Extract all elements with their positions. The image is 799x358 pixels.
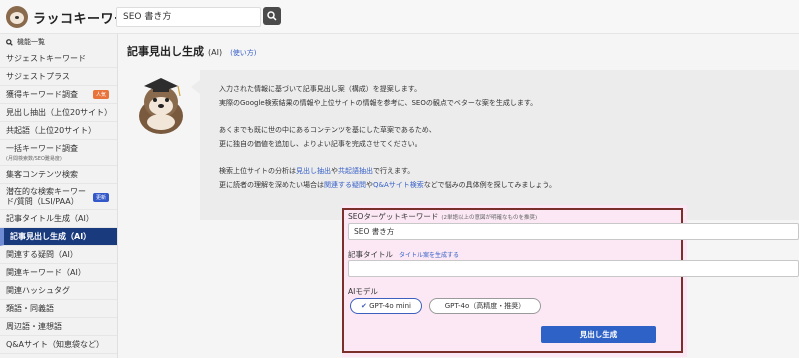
sidebar-item-label: 周辺語・連想語 — [6, 322, 62, 331]
page-title-suffix: (AI) — [208, 48, 223, 57]
info-box: 入力された情報に基づいて記事見出し案（構成）を提案します。 実際のGoogle検… — [191, 70, 799, 220]
sidebar-item-acquired-keywords[interactable]: 獲得キーワード調査 人気 — [0, 86, 117, 104]
sidebar-item-label: サジェストキーワード — [6, 54, 86, 63]
title-label: 記事タイトル タイトル案を生成する — [348, 249, 459, 260]
sidebar-item-label: 関連キーワード（AI） — [6, 268, 86, 277]
model-option-label: GPT-4o mini — [369, 302, 412, 310]
sidebar-item-label: サジェストプラス — [6, 72, 70, 81]
sidebar-item-label: 類語・同義語 — [6, 304, 54, 313]
model-option-gpt4o[interactable]: GPT-4o（高精度・推奨） — [429, 298, 541, 314]
model-option-label: GPT-4o（高精度・推奨） — [444, 302, 526, 310]
sidebar-item-synonyms[interactable]: 類語・同義語 — [0, 300, 117, 318]
keyword-input[interactable]: SEO 書き方 — [348, 223, 799, 240]
sidebar-item-label: 一括キーワード調査 — [6, 144, 78, 153]
related-questions-link[interactable]: 関連する疑問 — [324, 181, 366, 189]
title-label-text: 記事タイトル — [348, 250, 393, 259]
sidebar-item-suggest-plus[interactable]: サジェストプラス — [0, 68, 117, 86]
generate-title-link[interactable]: タイトル案を生成する — [399, 252, 459, 259]
sidebar-item-label: 潜在的な検索キーワード/質問（LSI/PAA） — [6, 186, 86, 206]
info-text: 検索上位サイトの分析は見出し抽出や共起語抽出で行えます。 — [219, 166, 414, 176]
keyword-note: (2単語以上の意図が明確なものを推奨) — [441, 215, 538, 221]
sidebar-heading: 機能一覧 — [0, 34, 117, 50]
info-text: あくまでも既に世の中にあるコンテンツを基にした草案であるため、 — [219, 126, 436, 134]
sidebar-item-content-search[interactable]: 集客コンテンツ検索 — [0, 166, 117, 184]
generate-headings-button[interactable]: 見出し生成 — [541, 326, 656, 343]
sidebar-item-label: 見出し抽出（上位20サイト） — [6, 108, 113, 117]
info-text-part: や — [366, 181, 373, 189]
sidebar-item-cooccurrence[interactable]: 共起語（上位20サイト） — [0, 122, 117, 140]
info-text: 実際のGoogle検索結果の情報や上位サイトの情報を参考に、SEOの観点でベター… — [219, 99, 538, 107]
otter-mascot-icon — [139, 78, 183, 134]
sidebar-item-qa-sites[interactable]: Q&Aサイト（知恵袋など） — [0, 336, 117, 354]
sidebar-item-related-keywords[interactable]: 関連キーワード（AI） — [0, 264, 117, 282]
search-icon — [267, 11, 277, 21]
sidebar-item-bulk-keyword[interactable]: 一括キーワード調査 (月間検索数/SEO難易度) — [0, 140, 117, 166]
sidebar-item-sublabel: (月間検索数/SEO難易度) — [6, 156, 62, 162]
sidebar-item-label: 関連ハッシュタグ — [6, 286, 70, 295]
model-option-gpt4o-mini[interactable]: ✔ GPT-4o mini — [350, 298, 422, 314]
heading-extract-link[interactable]: 見出し抽出 — [296, 167, 331, 175]
info-text-part: 検索上位サイトの分析は — [219, 167, 296, 175]
top-header: ラッコキーワード SEO 書き方 — [0, 0, 799, 34]
sidebar-item-label: 共起語（上位20サイト） — [6, 126, 97, 135]
sidebar-item-heading-extract[interactable]: 見出し抽出（上位20サイト） — [0, 104, 117, 122]
popular-badge: 人気 — [92, 90, 109, 99]
updated-badge: 更新 — [92, 193, 109, 202]
sidebar-item-lsi-paa[interactable]: 潜在的な検索キーワード/質問（LSI/PAA） 更新 — [0, 184, 117, 210]
search-button[interactable] — [263, 7, 281, 25]
sidebar-item-hashtags[interactable]: 関連ハッシュタグ — [0, 282, 117, 300]
sidebar-item-label: 記事タイトル生成（AI） — [6, 214, 94, 223]
info-text-part: で行えます。 — [373, 167, 415, 175]
search-icon — [6, 38, 13, 46]
sidebar-item-label: Q&Aサイト（知恵袋など） — [6, 340, 105, 349]
sidebar-item-label: 集客コンテンツ検索 — [6, 170, 78, 179]
page-title: 記事見出し生成 — [127, 45, 204, 58]
title-row: 記事見出し生成 (AI) (使い方) — [127, 43, 257, 59]
cooccurrence-link[interactable]: 共起語抽出 — [338, 167, 373, 175]
sidebar-heading-label: 機能一覧 — [17, 38, 45, 46]
help-link[interactable]: (使い方) — [230, 48, 256, 58]
sidebar-item-related-questions[interactable]: 関連する疑問（AI） — [0, 246, 117, 264]
title-input[interactable] — [348, 260, 799, 277]
info-text: 入力された情報に基づいて記事見出し案（構成）を提案します。 — [219, 85, 422, 93]
sidebar-item-title-generator[interactable]: 記事タイトル生成（AI） — [0, 210, 117, 228]
sidebar-item-label: 獲得キーワード調査 — [6, 90, 78, 99]
info-text-part: などで悩みの具体例を探してみましょう。 — [423, 181, 556, 189]
info-text-part: や — [331, 167, 338, 175]
search-input[interactable]: SEO 書き方 — [116, 7, 261, 27]
check-icon: ✔ — [360, 302, 367, 310]
sidebar-item-label: 記事見出し生成（AI） — [10, 232, 92, 241]
keyword-label: SEOターゲットキーワード (2単語以上の意図が明確なものを推奨) — [348, 211, 537, 222]
sidebar-item-heading-generator[interactable]: 記事見出し生成（AI） — [0, 228, 117, 246]
model-label: AIモデル — [348, 287, 378, 296]
info-text: 更に読者の理解を深めたい場合は関連する疑問やQ&Aサイト検索などで悩みの具体例を… — [219, 180, 556, 190]
qa-site-search-link[interactable]: Q&Aサイト検索 — [373, 181, 424, 189]
info-text: 更に独自の価値を追加し、よりよい記事を完成させてください。 — [219, 140, 422, 148]
info-text-part: 更に読者の理解を深めたい場合は — [219, 181, 324, 189]
sidebar-item-suggest[interactable]: サジェストキーワード — [0, 50, 117, 68]
sidebar-item-label: 関連する疑問（AI） — [6, 250, 78, 259]
otter-logo-icon — [6, 6, 28, 28]
keyword-label-text: SEOターゲットキーワード — [348, 212, 439, 221]
sidebar: 機能一覧 サジェストキーワード サジェストプラス 獲得キーワード調査 人気 見出… — [0, 34, 118, 358]
sidebar-item-associations[interactable]: 周辺語・連想語 — [0, 318, 117, 336]
